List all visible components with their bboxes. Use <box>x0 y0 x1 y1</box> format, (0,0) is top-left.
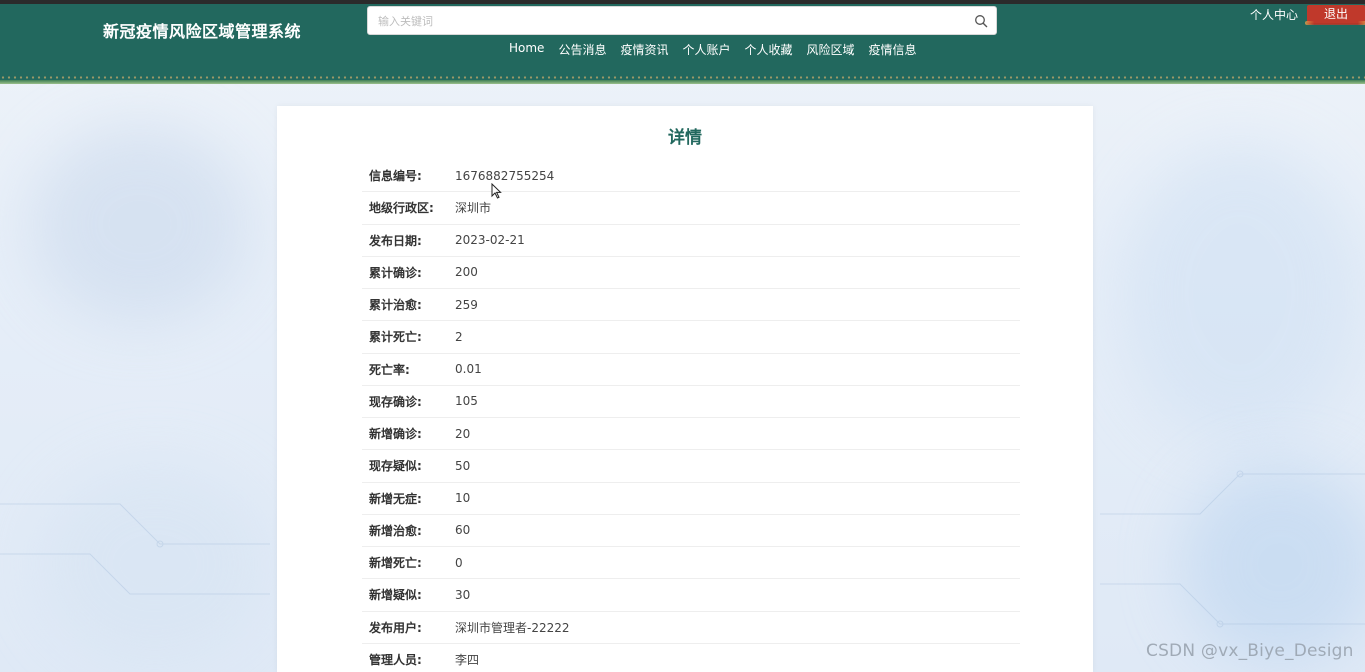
nav-personal-account[interactable]: 个人账户 <box>682 41 730 58</box>
detail-row: 累计死亡: 2 <box>362 321 1020 354</box>
main-nav: Home 公告消息 疫情资讯 个人账户 个人收藏 风险区域 疫情信息 <box>509 41 917 58</box>
detail-row: 新增确诊: 20 <box>362 418 1020 451</box>
field-label: 地级行政区: <box>369 201 434 216</box>
field-value: 50 <box>455 458 471 473</box>
field-label: 累计确诊: <box>369 265 422 280</box>
field-label: 新增死亡: <box>369 556 422 571</box>
field-label: 发布日期: <box>369 233 422 248</box>
detail-row: 新增治愈: 60 <box>362 515 1020 547</box>
detail-row: 管理人员: 李四 <box>362 644 1020 672</box>
field-value: 1676882755254 <box>455 168 555 183</box>
detail-row: 发布日期: 2023-02-21 <box>362 225 1020 257</box>
detail-row: 地级行政区: 深圳市 <box>362 192 1020 225</box>
field-label: 发布用户: <box>369 620 422 635</box>
detail-row: 现存确诊: 105 <box>362 386 1020 418</box>
detail-row: 新增无症: 10 <box>362 483 1020 515</box>
detail-row: 现存疑似: 50 <box>362 450 1020 483</box>
field-label: 信息编号: <box>369 169 422 184</box>
nav-epidemic-news[interactable]: 疫情资讯 <box>620 41 668 58</box>
field-value: 0.01 <box>455 362 482 377</box>
detail-title: 详情 <box>668 128 702 148</box>
field-value: 2 <box>455 329 463 344</box>
site-header: 新冠疫情风险区域管理系统 Home 公告消息 疫情资讯 个人账户 个人收藏 风险… <box>0 4 1365 80</box>
detail-row: 信息编号: 1676882755254 <box>362 160 1020 193</box>
field-label: 新增确诊: <box>369 427 422 442</box>
detail-row: 死亡率: 0.01 <box>362 354 1020 386</box>
field-value: 深圳市 <box>455 201 492 216</box>
search-box[interactable] <box>367 6 997 36</box>
logout-button[interactable]: 退出 <box>1305 5 1365 25</box>
detail-panel: 详情 信息编号: 1676882755254 地级行政区: 深圳市 发布日期: 202… <box>277 106 1093 672</box>
field-label: 新增治愈: <box>369 523 422 538</box>
field-value: 李四 <box>455 653 480 668</box>
header-bottom-border <box>0 80 1365 84</box>
field-label: 死亡率: <box>369 362 410 377</box>
field-label: 现存疑似: <box>369 459 422 474</box>
field-label: 累计死亡: <box>369 330 422 345</box>
detail-row: 累计治愈: 259 <box>362 289 1020 322</box>
field-label: 现存确诊: <box>369 394 422 409</box>
mouse-cursor-icon <box>491 183 502 199</box>
nav-risk-areas[interactable]: 风险区域 <box>807 41 855 58</box>
user-center-link[interactable]: 个人中心 <box>1250 6 1298 23</box>
field-value: 20 <box>455 426 471 441</box>
field-value: 60 <box>455 523 471 538</box>
field-value: 200 <box>455 265 478 280</box>
watermark: CSDN @vx_Biye_Design <box>1146 641 1354 661</box>
field-label: 累计治愈: <box>369 298 422 313</box>
detail-row: 新增死亡: 0 <box>362 547 1020 580</box>
nav-home[interactable]: Home <box>509 41 544 58</box>
detail-row: 新增疑似: 30 <box>362 579 1020 612</box>
nav-announcements[interactable]: 公告消息 <box>558 41 606 58</box>
field-value: 深圳市管理者-22222 <box>455 620 570 635</box>
field-value: 259 <box>455 297 478 312</box>
field-label: 新增无症: <box>369 491 422 506</box>
field-value: 2023-02-21 <box>455 233 525 248</box>
detail-fields: 信息编号: 1676882755254 地级行政区: 深圳市 发布日期: 2023-0… <box>362 160 1020 672</box>
field-value: 0 <box>455 555 463 570</box>
field-value: 30 <box>455 587 471 602</box>
field-label: 新增疑似: <box>369 588 422 603</box>
detail-row: 发布用户: 深圳市管理者-22222 <box>362 612 1020 644</box>
nav-epidemic-info[interactable]: 疫情信息 <box>869 41 917 58</box>
nav-favorites[interactable]: 个人收藏 <box>744 41 792 58</box>
search-input[interactable] <box>376 7 970 36</box>
site-title: 新冠疫情风险区域管理系统 <box>103 22 302 41</box>
search-icon[interactable] <box>974 14 988 28</box>
field-label: 管理人员: <box>369 653 422 668</box>
detail-row: 累计确诊: 200 <box>362 257 1020 289</box>
field-value: 10 <box>455 491 471 506</box>
field-value: 105 <box>455 394 478 409</box>
